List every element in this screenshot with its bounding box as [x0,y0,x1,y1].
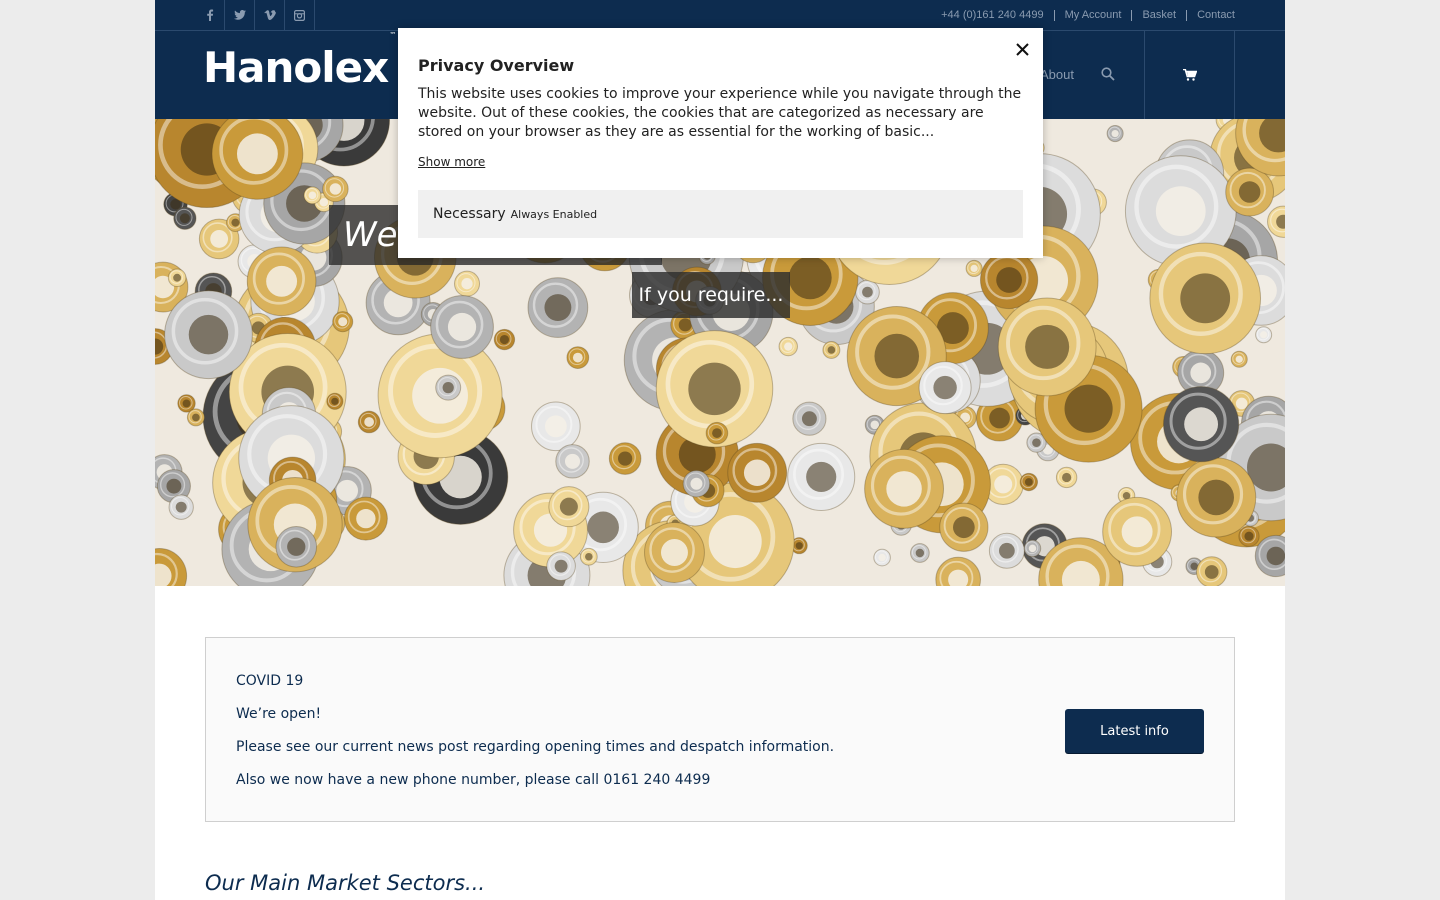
logo-text: Hanolex [203,43,389,92]
basket-link[interactable]: Basket [1131,9,1186,21]
covid-line-news: Please see our current news post regardi… [236,739,835,755]
phone-number: +44 (0)161 240 4499 [941,8,1044,21]
logo-trademark: ™ [389,31,396,39]
modal-title: Privacy Overview [418,56,575,75]
top-bar: +44 (0)161 240 4499 My Account Basket Co… [155,0,1285,31]
hero-caption-require: If you require... [632,272,790,318]
necessary-status: Always Enabled [510,207,598,221]
necessary-cookies-row[interactable]: Necessary Always Enabled [418,190,1023,238]
contact-link[interactable]: Contact [1186,9,1235,21]
market-sectors-heading: Our Main Market Sectors... [205,871,486,895]
close-icon[interactable] [1013,40,1031,58]
cart-icon [1182,69,1197,81]
vimeo-icon[interactable] [255,0,285,30]
covid-notice: COVID 19 We’re open! Please see our curr… [205,637,1235,822]
covid-title: COVID 19 [236,673,304,689]
cart-button[interactable] [1144,31,1235,119]
necessary-label: Necessary [433,206,506,222]
covid-line-phone: Also we now have a new phone number, ple… [236,772,711,788]
show-more-link[interactable]: Show more [418,155,485,169]
twitter-icon[interactable] [225,0,255,30]
utility-nav: +44 (0)161 240 4499 My Account Basket Co… [931,0,1235,30]
modal-description: This website uses cookies to improve you… [418,86,1022,140]
latest-info-button[interactable]: Latest info [1065,709,1204,753]
social-links [195,0,315,30]
facebook-icon[interactable] [195,0,225,30]
privacy-modal: Privacy Overview This website uses cooki… [398,28,1043,258]
instagram-icon[interactable] [285,0,315,30]
nav-about[interactable]: About [1040,67,1074,82]
covid-line-open: We’re open! [236,706,322,722]
logo[interactable]: Hanolex™ [203,31,396,92]
search-icon[interactable] [1101,67,1117,83]
my-account-link[interactable]: My Account [1053,9,1132,21]
